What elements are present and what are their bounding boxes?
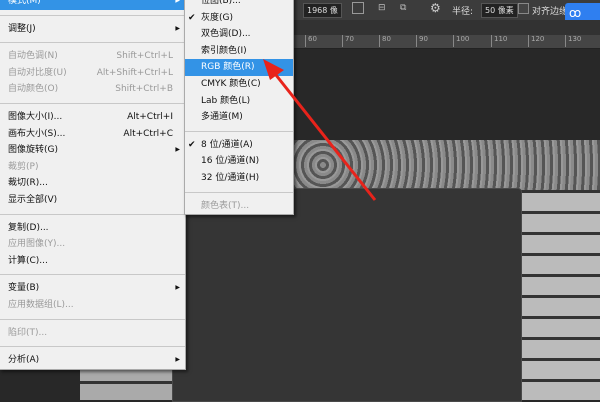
arrow-head: [263, 59, 284, 80]
red-arrow-annotation: [263, 59, 377, 201]
arrow-shaft: [270, 69, 377, 201]
